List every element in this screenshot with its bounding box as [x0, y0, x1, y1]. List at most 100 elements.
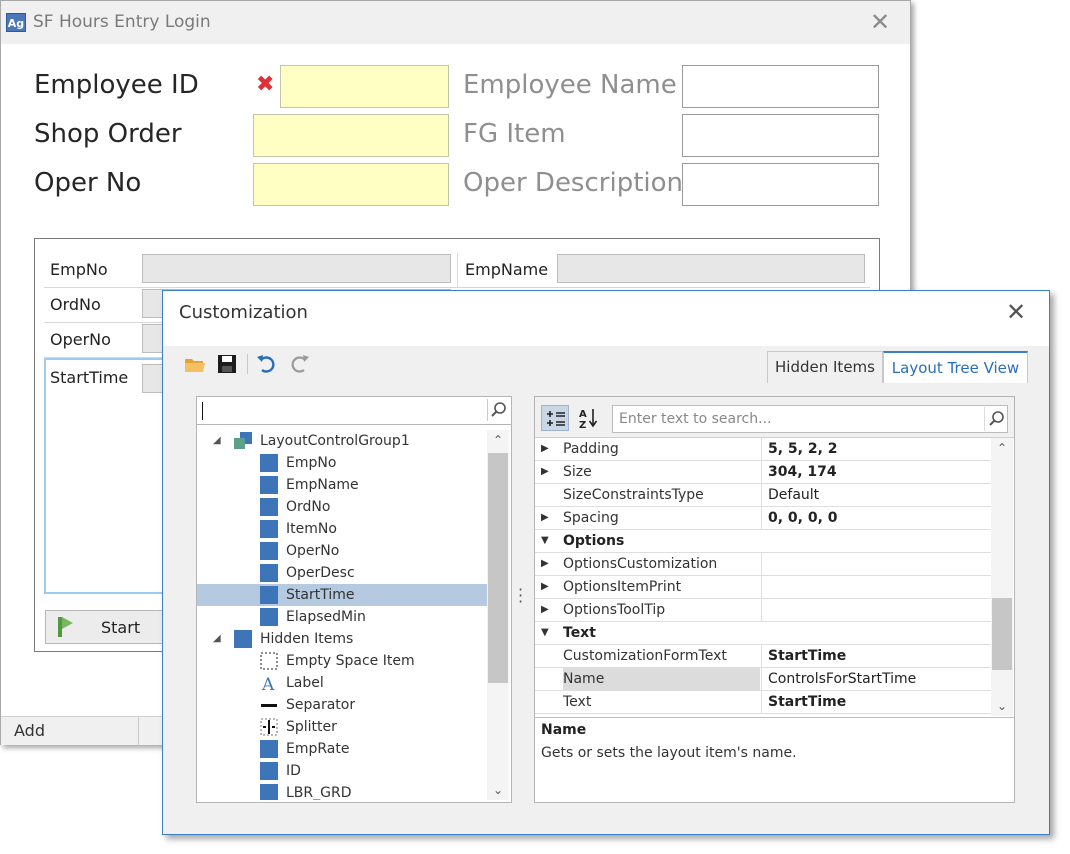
tree-scroll-thumb[interactable] — [488, 453, 508, 683]
expand-arrow-icon[interactable]: ▶ — [541, 438, 559, 460]
panel-splitter[interactable]: · · · — [518, 582, 524, 611]
tree-item[interactable]: ID — [197, 760, 487, 782]
tree-item[interactable]: ◢ LayoutControlGroup1 — [197, 430, 487, 452]
property-name: OptionsItemPrint — [563, 579, 682, 595]
shop-order-input[interactable] — [253, 114, 449, 157]
tree-item[interactable]: LBR_GRD — [197, 782, 487, 800]
tree-item[interactable]: EmpName — [197, 474, 487, 496]
property-row[interactable]: ▶ Padding 5, 5, 2, 2 — [535, 438, 991, 461]
svg-text:Z: Z — [579, 420, 586, 431]
property-search-input[interactable]: Enter text to search... — [612, 405, 1008, 433]
property-value[interactable]: 5, 5, 2, 2 — [761, 438, 991, 460]
expand-arrow-icon[interactable]: ▶ — [541, 461, 559, 483]
property-name: Size — [563, 464, 592, 480]
scroll-up-icon[interactable]: ⌃ — [488, 430, 508, 450]
property-value[interactable] — [761, 599, 991, 621]
expand-arrow-icon[interactable]: ◢ — [213, 628, 221, 650]
property-row[interactable]: Name ControlsForStartTime — [535, 668, 991, 691]
tree-item-label: Hidden Items — [260, 631, 354, 647]
tree-item-label: Label — [286, 675, 324, 691]
property-value[interactable]: StartTime — [761, 645, 991, 667]
tree-item[interactable]: OperDesc — [197, 562, 487, 584]
property-value[interactable] — [761, 576, 991, 598]
categorized-view-icon[interactable] — [541, 405, 569, 431]
item-icon — [260, 784, 278, 800]
tree-item[interactable]: Separator — [197, 694, 487, 716]
property-category[interactable]: ▼ Options — [535, 530, 991, 553]
tree-item[interactable]: ◢ Hidden Items — [197, 628, 487, 650]
expand-arrow-icon[interactable]: ▶ — [541, 553, 559, 575]
tree-item[interactable]: Empty Space Item — [197, 650, 487, 672]
empname-field[interactable] — [557, 254, 865, 283]
close-icon[interactable]: ✕ — [1001, 295, 1031, 329]
svg-text:A: A — [261, 675, 275, 692]
scroll-down-icon[interactable]: ⌄ — [488, 780, 508, 800]
scroll-down-icon[interactable]: ⌄ — [992, 696, 1012, 716]
status-add[interactable]: Add — [14, 721, 45, 740]
expand-arrow-icon[interactable]: ▶ — [541, 507, 559, 529]
tree-item-label: EmpName — [286, 477, 359, 493]
oper-description-label: Oper Description — [463, 168, 683, 198]
expand-arrow-icon[interactable]: ◢ — [213, 430, 221, 452]
item-icon — [234, 630, 252, 648]
property-row[interactable]: ▶ OptionsCustomization — [535, 553, 991, 576]
search-icon[interactable] — [984, 407, 1008, 431]
property-value[interactable]: Default — [761, 484, 991, 506]
scroll-up-icon[interactable]: ⌃ — [992, 438, 1012, 458]
tree-item[interactable]: EmpNo — [197, 452, 487, 474]
property-row[interactable]: SizeConstraintsType Default — [535, 484, 991, 507]
alphabetical-sort-icon[interactable]: AZ — [575, 405, 603, 431]
property-row[interactable]: ▶ Spacing 0, 0, 0, 0 — [535, 507, 991, 530]
property-value[interactable]: StartTime — [761, 691, 991, 713]
tree-item[interactable]: ElapsedMin — [197, 606, 487, 628]
tree-item-label: ID — [286, 763, 301, 779]
start-button[interactable]: Start — [45, 610, 175, 644]
property-row[interactable]: CustomizationFormText StartTime — [535, 645, 991, 668]
oper-no-input[interactable] — [253, 163, 449, 206]
tree-item[interactable]: OperNo — [197, 540, 487, 562]
property-description: Name Gets or sets the layout item's name… — [535, 717, 1014, 802]
property-row[interactable]: ▶ OptionsItemPrint — [535, 576, 991, 599]
employee-name-field[interactable] — [682, 65, 879, 108]
tree-item[interactable]: ItemNo — [197, 518, 487, 540]
property-category[interactable]: ▼ Text — [535, 622, 991, 645]
property-rows: ▶ Padding 5, 5, 2, 2 ▶ Size 304, 174 SizeConst… — [535, 438, 991, 716]
empno-field[interactable] — [142, 254, 451, 283]
collapse-arrow-icon[interactable]: ▼ — [541, 622, 559, 644]
ordno-label: OrdNo — [50, 295, 101, 314]
item-icon — [260, 454, 278, 472]
property-value[interactable]: 304, 174 — [761, 461, 991, 483]
tab-layout-tree-view[interactable]: Layout Tree View — [883, 351, 1028, 383]
property-row[interactable]: ▶ Size 304, 174 — [535, 461, 991, 484]
open-folder-icon[interactable] — [183, 352, 207, 376]
undo-icon[interactable] — [255, 352, 279, 376]
tab-hidden-items[interactable]: Hidden Items — [767, 351, 883, 383]
fg-item-field[interactable] — [682, 114, 879, 157]
title-bar[interactable]: Ag SF Hours Entry Login ✕ — [1, 1, 910, 44]
tree-item[interactable]: StartTime — [197, 584, 487, 606]
property-value[interactable]: 0, 0, 0, 0 — [761, 507, 991, 529]
tree-item[interactable]: EmpRate — [197, 738, 487, 760]
tree-item[interactable]: Splitter — [197, 716, 487, 738]
item-icon — [260, 564, 278, 582]
expand-arrow-icon[interactable]: ▶ — [541, 599, 559, 621]
property-value[interactable]: ControlsForStartTime — [761, 668, 991, 690]
close-icon[interactable]: ✕ — [867, 7, 893, 37]
expand-arrow-icon[interactable]: ▶ — [541, 576, 559, 598]
property-row[interactable]: ▶ OptionsToolTip — [535, 599, 991, 622]
search-icon[interactable] — [487, 399, 509, 421]
employee-id-input[interactable] — [280, 65, 449, 108]
property-scroll-thumb[interactable] — [992, 598, 1012, 670]
redo-icon[interactable] — [287, 352, 311, 376]
property-scrollbar[interactable] — [991, 438, 1013, 716]
oper-description-field[interactable] — [682, 163, 879, 206]
property-name: OptionsCustomization — [563, 556, 718, 572]
operno-label: OperNo — [50, 330, 111, 349]
property-value[interactable] — [761, 553, 991, 575]
tree-item[interactable]: OrdNo — [197, 496, 487, 518]
tree-item[interactable]: A Label — [197, 672, 487, 695]
property-row[interactable]: Text StartTime — [535, 691, 991, 714]
save-icon[interactable] — [215, 352, 239, 376]
tree-search-input[interactable] — [197, 397, 511, 425]
collapse-arrow-icon[interactable]: ▼ — [541, 530, 559, 552]
